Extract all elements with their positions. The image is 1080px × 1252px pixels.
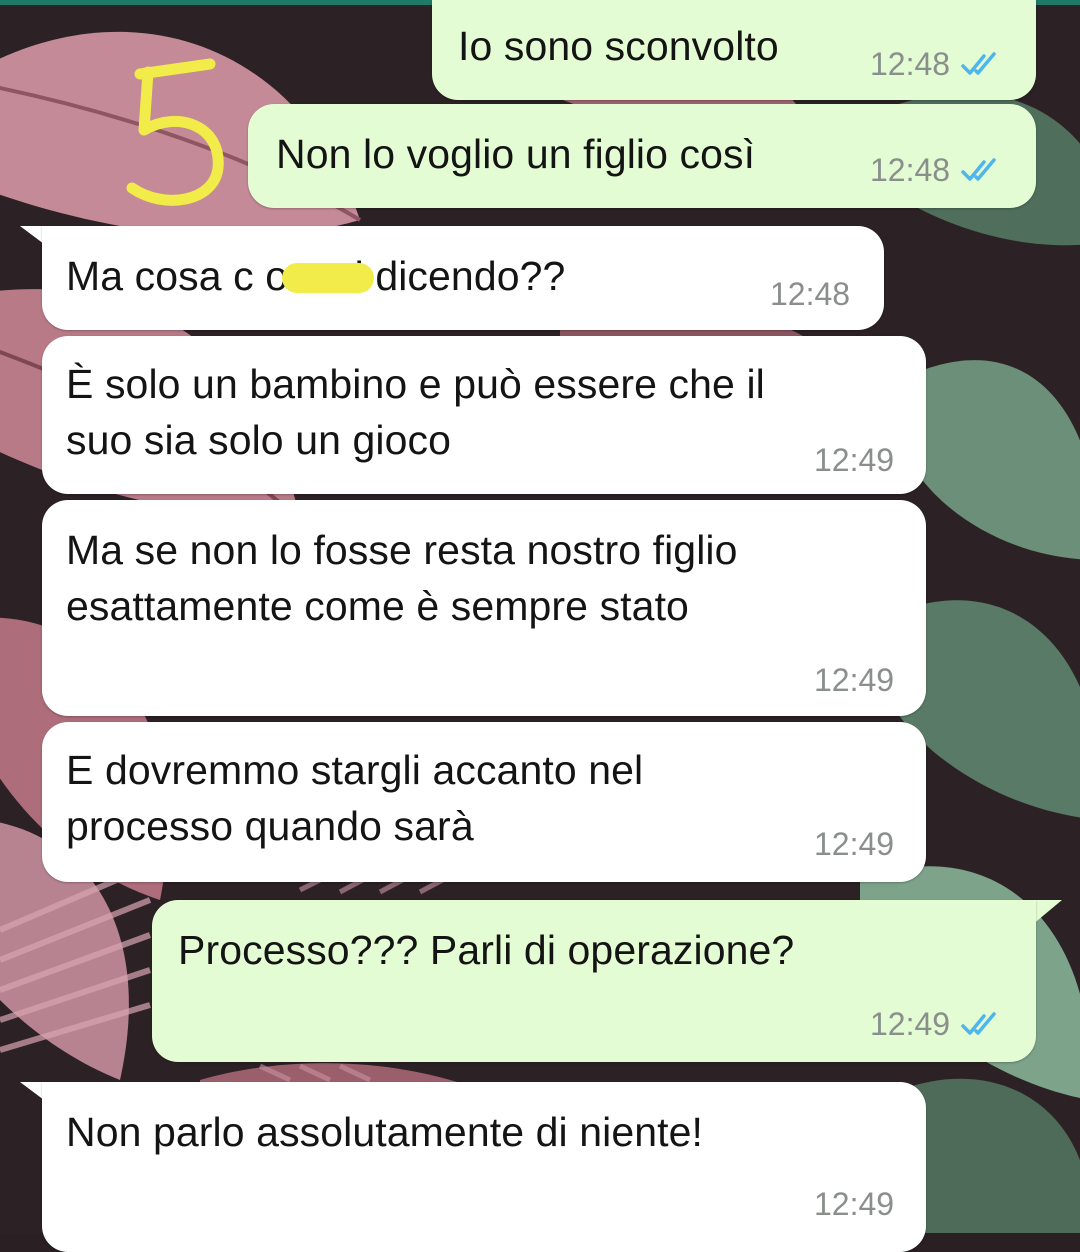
message-meta: 12:48 xyxy=(870,46,1004,83)
message-time: 12:48 xyxy=(870,46,951,82)
message-time: 12:49 xyxy=(814,1186,895,1222)
double-check-icon xyxy=(961,1011,996,1035)
message-text: Processo??? Parli di operazione? xyxy=(178,927,795,973)
message-time: 12:49 xyxy=(870,1006,951,1042)
double-check-icon xyxy=(961,157,996,181)
message-time: 12:49 xyxy=(814,826,895,862)
double-check-icon xyxy=(961,51,996,75)
outgoing-message-bubble[interactable]: Io sono sconvolto 12:48 xyxy=(432,0,1036,100)
outgoing-message-bubble[interactable]: Non lo voglio un figlio così 12:48 xyxy=(248,104,1036,208)
message-text: Non lo voglio un figlio così xyxy=(276,131,756,177)
message-meta: 12:48 xyxy=(870,152,1004,189)
number-annotation-mark xyxy=(126,58,224,206)
redaction-highlight xyxy=(282,263,374,293)
message-text: E dovremmo stargli accanto nel processo … xyxy=(66,747,644,849)
message-time: 12:48 xyxy=(870,152,951,188)
incoming-message-bubble[interactable]: È solo un bambino e può essere che il su… xyxy=(42,336,926,494)
incoming-message-bubble[interactable]: Ma cosa c o stai dicendo?? 12:48 xyxy=(42,226,884,330)
message-text: Ma se non lo fosse resta nostro figlio e… xyxy=(66,527,738,629)
incoming-message-bubble[interactable]: Non parlo assolutamente di niente! 12:49 xyxy=(42,1082,926,1252)
message-meta: 12:49 xyxy=(814,662,894,699)
message-meta: 12:49 xyxy=(814,442,894,479)
incoming-message-bubble[interactable]: Ma se non lo fosse resta nostro figlio e… xyxy=(42,500,926,716)
outgoing-message-bubble[interactable]: Processo??? Parli di operazione? 12:49 xyxy=(152,900,1036,1062)
message-text: Io sono sconvolto xyxy=(458,23,779,69)
message-time: 12:48 xyxy=(770,276,851,312)
message-meta: 12:49 xyxy=(870,1006,1004,1043)
message-meta: 12:48 xyxy=(770,276,850,313)
incoming-message-bubble[interactable]: E dovremmo stargli accanto nel processo … xyxy=(42,722,926,882)
message-meta: 12:49 xyxy=(814,1186,894,1223)
message-text: Non parlo assolutamente di niente! xyxy=(66,1109,704,1155)
message-meta: 12:49 xyxy=(814,826,894,863)
message-time: 12:49 xyxy=(814,442,895,478)
message-text: È solo un bambino e può essere che il su… xyxy=(66,361,765,463)
message-time: 12:49 xyxy=(814,662,895,698)
